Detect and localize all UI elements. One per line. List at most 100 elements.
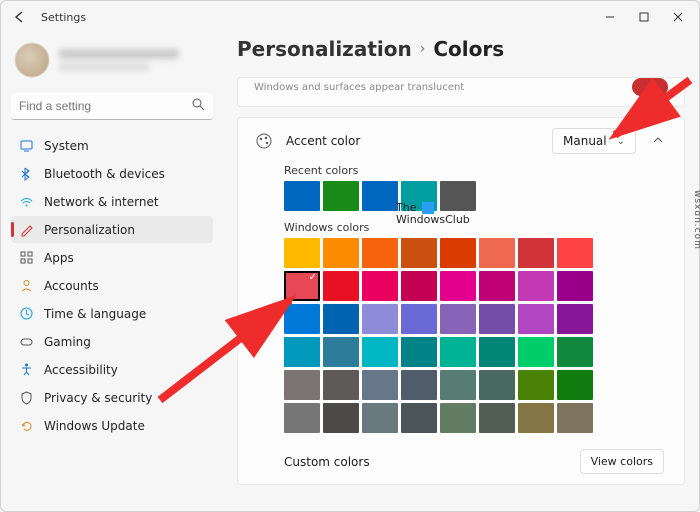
color-swatch[interactable] (479, 370, 515, 400)
color-swatch[interactable] (518, 238, 554, 268)
sidebar-item-network-internet[interactable]: Network & internet (11, 188, 213, 215)
color-swatch[interactable] (479, 403, 515, 433)
content-area: Personalization › Colors Windows and sur… (223, 33, 699, 511)
watermark: The WindowsClub (396, 202, 470, 226)
color-swatch[interactable] (401, 271, 437, 301)
color-swatch[interactable] (362, 370, 398, 400)
color-swatch[interactable] (362, 238, 398, 268)
color-swatch[interactable] (557, 238, 593, 268)
color-swatch[interactable] (362, 337, 398, 367)
palette-icon (254, 131, 274, 151)
color-swatch[interactable] (440, 403, 476, 433)
collapse-button[interactable] (648, 134, 668, 149)
transparency-subtext: Windows and surfaces appear translucent (254, 82, 620, 93)
sidebar-item-accounts[interactable]: Accounts (11, 272, 213, 299)
sidebar-item-windows-update[interactable]: Windows Update (11, 412, 213, 439)
recent-colors-label: Recent colors (284, 164, 668, 177)
color-swatch[interactable] (284, 304, 320, 334)
window-title: Settings (41, 11, 86, 24)
color-swatch[interactable] (323, 304, 359, 334)
sidebar-item-label: Network & internet (44, 195, 159, 209)
gaming-icon (19, 334, 34, 349)
recent-color-swatch[interactable] (362, 181, 398, 211)
color-swatch[interactable] (323, 370, 359, 400)
color-swatch[interactable] (323, 403, 359, 433)
close-button[interactable] (661, 3, 695, 31)
profile-info (59, 49, 179, 71)
sidebar-item-accessibility[interactable]: Accessibility (11, 356, 213, 383)
sidebar-item-label: Apps (44, 251, 74, 265)
search-input[interactable] (11, 93, 213, 120)
color-swatch[interactable] (440, 238, 476, 268)
search-box[interactable] (11, 93, 213, 120)
color-swatch[interactable] (401, 403, 437, 433)
color-swatch[interactable] (479, 337, 515, 367)
breadcrumb-parent[interactable]: Personalization (237, 37, 412, 61)
color-swatch[interactable] (557, 337, 593, 367)
color-swatch[interactable] (518, 403, 554, 433)
wifi-icon (19, 194, 34, 209)
color-swatch[interactable] (401, 238, 437, 268)
accessibility-icon (19, 362, 34, 377)
sidebar-item-label: Privacy & security (44, 391, 152, 405)
windows-colors-label: Windows colors (284, 221, 668, 234)
color-swatch[interactable] (557, 304, 593, 334)
maximize-icon (639, 12, 649, 22)
sidebar-item-bluetooth-devices[interactable]: Bluetooth & devices (11, 160, 213, 187)
color-swatch[interactable] (557, 271, 593, 301)
search-icon (192, 98, 205, 114)
color-swatch[interactable] (401, 370, 437, 400)
color-swatch[interactable] (518, 337, 554, 367)
color-swatch[interactable] (557, 403, 593, 433)
color-swatch[interactable] (284, 337, 320, 367)
transparency-toggle[interactable] (632, 78, 668, 96)
accent-mode-select[interactable]: Manual ⌄ (552, 128, 636, 154)
transparency-card[interactable]: Windows and surfaces appear translucent (237, 77, 685, 107)
color-swatch[interactable] (323, 271, 359, 301)
color-swatch[interactable] (440, 337, 476, 367)
chevron-up-icon (652, 134, 664, 146)
color-swatch[interactable] (479, 271, 515, 301)
color-swatch[interactable] (440, 304, 476, 334)
update-icon (19, 418, 34, 433)
source-watermark: wsxdn.com (692, 190, 700, 250)
color-swatch[interactable] (401, 304, 437, 334)
color-swatch[interactable] (284, 238, 320, 268)
color-swatch[interactable] (518, 304, 554, 334)
color-swatch[interactable] (557, 370, 593, 400)
color-swatch[interactable] (440, 370, 476, 400)
sidebar-item-gaming[interactable]: Gaming (11, 328, 213, 355)
minimize-button[interactable] (593, 3, 627, 31)
color-swatch[interactable] (323, 238, 359, 268)
recent-color-swatch[interactable] (323, 181, 359, 211)
sidebar-item-label: Bluetooth & devices (44, 167, 165, 181)
color-swatch[interactable] (440, 271, 476, 301)
color-swatch[interactable] (479, 238, 515, 268)
color-swatch[interactable] (518, 271, 554, 301)
color-swatch[interactable] (323, 337, 359, 367)
sidebar-item-time-language[interactable]: Time & language (11, 300, 213, 327)
color-swatch[interactable] (362, 304, 398, 334)
color-swatch[interactable] (284, 403, 320, 433)
sidebar-item-label: Windows Update (44, 419, 145, 433)
color-swatch[interactable] (362, 271, 398, 301)
apps-icon (19, 250, 34, 265)
sidebar-item-system[interactable]: System (11, 132, 213, 159)
color-swatch[interactable] (401, 337, 437, 367)
sidebar-item-personalization[interactable]: Personalization (11, 216, 213, 243)
sidebar-item-apps[interactable]: Apps (11, 244, 213, 271)
back-button[interactable] (9, 6, 31, 28)
sidebar-item-label: Accessibility (44, 363, 118, 377)
color-swatch[interactable] (362, 403, 398, 433)
sidebar-item-label: Time & language (44, 307, 146, 321)
maximize-button[interactable] (627, 3, 661, 31)
recent-color-swatch[interactable] (284, 181, 320, 211)
color-swatch[interactable] (284, 271, 320, 301)
arrow-left-icon (13, 10, 27, 24)
color-swatch[interactable] (518, 370, 554, 400)
sidebar-item-privacy-security[interactable]: Privacy & security (11, 384, 213, 411)
profile-block[interactable] (11, 37, 213, 87)
color-swatch[interactable] (284, 370, 320, 400)
color-swatch[interactable] (479, 304, 515, 334)
view-colors-button[interactable]: View colors (580, 449, 664, 474)
